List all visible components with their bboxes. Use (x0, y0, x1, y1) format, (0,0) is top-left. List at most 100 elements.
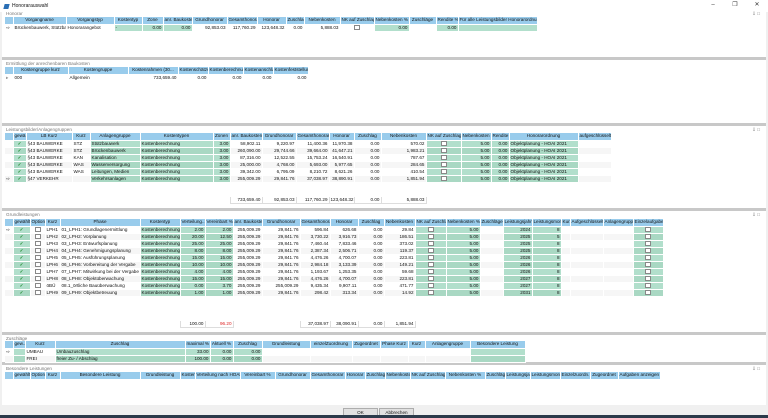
column-header[interactable]: Aktuell % (210, 341, 234, 349)
column-header[interactable]: Anlagengruppe (90, 133, 141, 141)
column-header[interactable]: Vorgangname (13, 17, 67, 25)
checkbox[interactable] (34, 233, 41, 239)
table-cell[interactable] (5, 289, 14, 297)
table-cell[interactable]: ▹ (5, 74, 14, 82)
checkbox[interactable] (427, 226, 434, 232)
checkmark-icon[interactable]: ✓ (20, 227, 24, 232)
column-header[interactable]: Kurz (25, 341, 56, 349)
column-header[interactable]: Anlagengruppe (425, 341, 471, 349)
checkbox[interactable] (427, 261, 434, 267)
minimize-button[interactable]: – (706, 1, 720, 10)
column-header[interactable]: Aufgaben anzeigen (618, 372, 661, 380)
column-header[interactable]: Nebenkosten (381, 133, 427, 141)
column-header[interactable]: NK auf Zuschlag (340, 17, 375, 25)
checkbox[interactable] (645, 254, 651, 260)
table-cell[interactable]: ⇨ (5, 24, 14, 32)
column-header[interactable]: Rendite % (436, 17, 459, 25)
column-header[interactable]: Nebenkosten % (446, 219, 481, 227)
table-row[interactable]: FREI freier Zu- / Abschlag 100.00 0.00 0.00 (5, 355, 526, 363)
checkbox[interactable] (645, 275, 651, 281)
checkbox[interactable] (440, 154, 447, 160)
table-row[interactable]: ✓ LPH7 07_LPH7: Mitwirkung bei der Vergabe… (5, 268, 664, 276)
checkbox[interactable] (34, 247, 41, 253)
column-header[interactable]: Vereinbart % (240, 372, 276, 380)
table-cell[interactable] (5, 161, 14, 169)
table-row[interactable]: ✓ §43 BAUWERKE STZ Stützbauwerk Kostenberech… (5, 140, 612, 148)
table-row[interactable]: ✓ LPH9 09_LPH9: Objektbetreuung Kostenberec… (5, 289, 664, 297)
column-header[interactable]: Leistungsjahr (503, 219, 533, 227)
column-header[interactable]: Honorar (330, 219, 359, 227)
checkmark-icon[interactable]: ✓ (18, 169, 22, 174)
column-header[interactable]: Honorar (345, 372, 366, 380)
column-header[interactable]: Leistungsmonat (530, 372, 561, 380)
checkbox[interactable] (645, 240, 651, 246)
table-row[interactable]: ✓ LPH6 06_LPH6: Vorbereitung der Vergabe Ko… (5, 261, 664, 269)
checkmark-icon[interactable]: ✓ (20, 276, 24, 281)
checkbox[interactable] (645, 226, 651, 232)
column-header[interactable]: Zuschlag (55, 341, 186, 349)
column-header[interactable]: Für alle Leistungsbilder Honorarordnung (458, 17, 538, 25)
table-cell[interactable]: ⇨ (5, 175, 14, 183)
table-cell[interactable] (5, 247, 14, 255)
column-header[interactable]: Einzelzuordn. (560, 372, 591, 380)
column-header[interactable]: Vorgangstyp (66, 17, 115, 25)
column-header[interactable]: Nebenkosten (384, 219, 416, 227)
column-header[interactable]: Honorar (329, 133, 355, 141)
checkbox[interactable] (34, 240, 41, 246)
checkmark-icon[interactable]: ✓ (18, 176, 22, 181)
column-header[interactable]: Zuschläge (480, 219, 504, 227)
table-row[interactable]: ⇨ ✓ §47 VERKEHR Verkehrsanlagen Kostenberech… (5, 175, 612, 183)
column-header[interactable]: anr. Baukosten (163, 17, 193, 25)
table-cell[interactable] (5, 168, 14, 176)
pin-icon[interactable]: ⇩ □ (752, 11, 760, 17)
checkbox[interactable] (34, 226, 41, 232)
column-header[interactable]: LB Kurz (26, 133, 73, 141)
column-header[interactable]: Optional (30, 372, 46, 380)
column-header[interactable]: Zuschlag (233, 341, 263, 349)
column-header[interactable]: Grundhonorar (275, 372, 311, 380)
column-header[interactable]: NK auf Zuschlag (410, 372, 446, 380)
checkbox[interactable] (427, 289, 434, 295)
checkbox[interactable] (440, 168, 447, 174)
table-row[interactable]: ✓ LPH8 08_LPH8: Objektüberwachung Kostenber… (5, 275, 664, 283)
checkbox[interactable] (440, 140, 447, 146)
table-cell[interactable] (5, 140, 14, 148)
column-header[interactable]: gewä... (13, 133, 27, 141)
checkbox[interactable] (427, 282, 434, 288)
table-row[interactable]: ⇨ ✓ LPH1 01_LPH1: Grundlagenermittlung Koste… (5, 226, 664, 234)
table-cell[interactable] (5, 240, 14, 248)
column-header[interactable]: Leistungsjahr (505, 372, 531, 380)
column-header[interactable]: Kurz (561, 219, 571, 227)
pin-icon[interactable]: ⇩ □ (752, 366, 760, 372)
column-header[interactable] (5, 17, 14, 25)
checkmark-icon[interactable]: ✓ (18, 148, 22, 153)
column-header[interactable]: Kurz (408, 341, 426, 349)
column-header[interactable]: Kostenanschlag (243, 67, 274, 75)
column-header[interactable] (5, 372, 14, 380)
column-header[interactable]: gewählt (13, 219, 31, 227)
column-header[interactable]: Gesamthonorar (227, 17, 258, 25)
table-cell[interactable] (5, 275, 14, 283)
checkbox[interactable] (427, 240, 434, 246)
column-header[interactable]: Phase (60, 219, 141, 227)
column-header[interactable]: Aufgeschlüsselt (570, 219, 604, 227)
checkbox[interactable] (34, 254, 41, 260)
checkbox[interactable] (427, 268, 434, 274)
checkbox[interactable] (427, 254, 434, 260)
table-row[interactable]: ✓ LPH3 03_LPH3: Entwurfsplanung Kostenberec… (5, 240, 664, 248)
column-header[interactable]: Einzelaufgabe (633, 219, 664, 227)
column-header[interactable]: Kostentyp (140, 219, 181, 227)
column-header[interactable] (5, 133, 14, 141)
table-row[interactable]: ✓ §43 BAUWERKE STZ Brückenbauwerk Kostenbere… (5, 147, 612, 155)
column-header[interactable]: Besondere Leistung (470, 341, 526, 349)
table-cell[interactable] (5, 268, 14, 276)
table-row[interactable]: ✓ §43 BAUWERKE WAS Wasserversorgung Kostenbe… (5, 161, 612, 169)
column-header[interactable]: Grundhonorar (192, 17, 228, 25)
column-header[interactable]: Grundhonorar (262, 219, 301, 227)
checkbox[interactable] (427, 233, 434, 239)
table-cell[interactable]: ⇨ (5, 348, 14, 356)
pin-icon[interactable]: ⇩ □ (752, 212, 760, 218)
column-header[interactable]: Optional (30, 219, 46, 227)
column-header[interactable]: Zuschlag (358, 219, 385, 227)
checkbox[interactable] (440, 147, 447, 153)
